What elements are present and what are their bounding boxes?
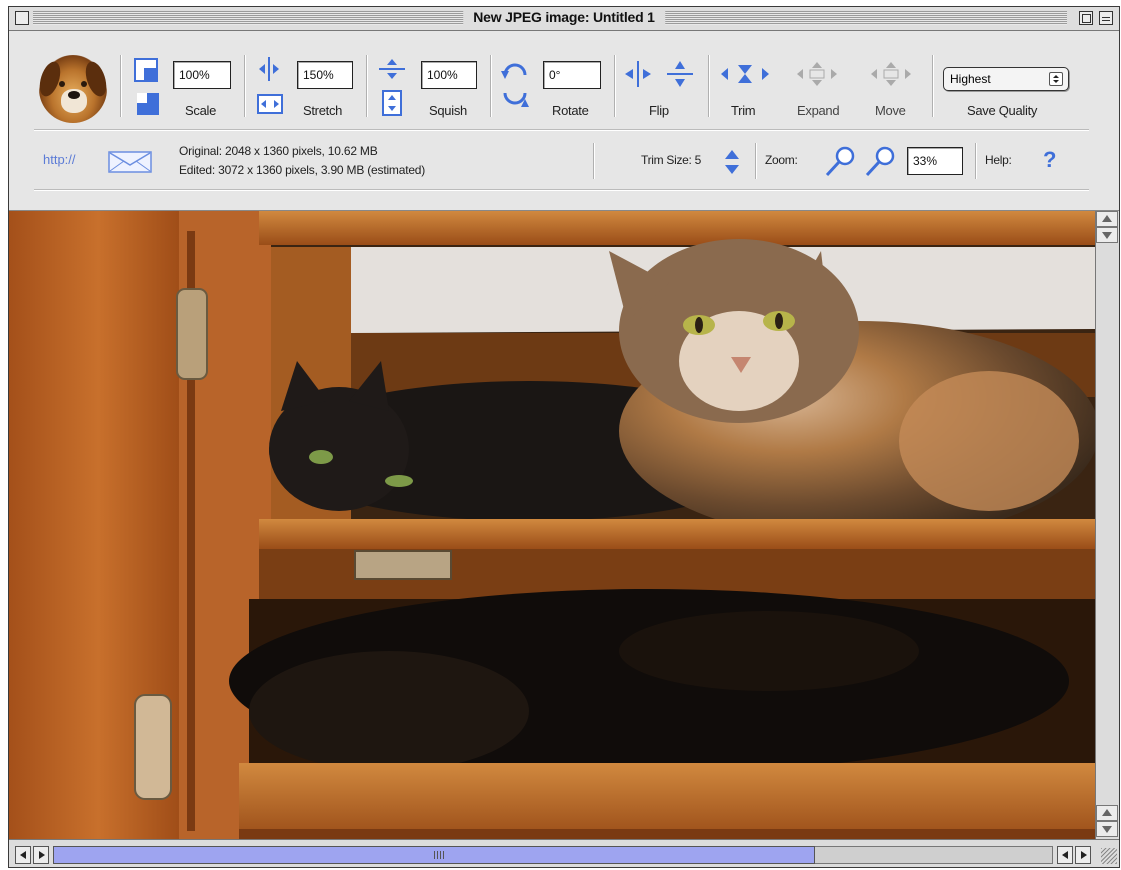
trim-size-label: Trim Size: 5 <box>641 153 701 167</box>
resize-grip-icon[interactable] <box>1101 848 1117 864</box>
divider <box>593 143 595 179</box>
scroll-down-button-bottom[interactable] <box>1096 821 1118 837</box>
move-icon[interactable] <box>865 59 917 89</box>
vertical-scrollbar[interactable] <box>1095 211 1119 839</box>
dog-logo-icon <box>35 55 111 123</box>
save-quality-label: Save Quality <box>967 103 1038 118</box>
stretch-label: Stretch <box>303 103 343 118</box>
squish-icon[interactable] <box>377 55 407 117</box>
divider <box>755 143 757 179</box>
email-envelope-icon[interactable] <box>107 149 153 175</box>
save-quality-value: Highest <box>950 72 991 86</box>
move-label: Move <box>875 103 906 118</box>
divider <box>975 143 977 179</box>
http-link-button[interactable]: http:// <box>43 152 76 167</box>
help-label: Help: <box>985 153 1012 167</box>
transform-toolbar: 100% Scale 150% Stretch 100% Squish 0° R… <box>9 43 1119 123</box>
expand-icon[interactable] <box>791 59 843 89</box>
scroll-right-button[interactable] <box>33 846 49 864</box>
original-info: Original: 2048 x 1360 pixels, 10.62 MB <box>179 144 378 158</box>
divider <box>366 55 368 117</box>
edited-info: Edited: 3072 x 1360 pixels, 3.90 MB (est… <box>179 163 426 177</box>
trim-size-stepper[interactable] <box>723 147 741 177</box>
scroll-left-button-right[interactable] <box>1057 846 1073 864</box>
scroll-up-button-bottom[interactable] <box>1096 805 1118 821</box>
close-box[interactable] <box>15 11 29 25</box>
expand-label: Expand <box>797 103 840 118</box>
scale-input[interactable]: 100% <box>173 61 231 89</box>
zoom-label: Zoom: <box>765 153 798 167</box>
divider <box>490 55 492 117</box>
divider <box>708 55 710 117</box>
squish-label: Squish <box>429 103 467 118</box>
zoom-out-icon[interactable] <box>823 145 857 179</box>
scale-label: Scale <box>185 103 217 118</box>
scroll-left-button[interactable] <box>15 846 31 864</box>
scroll-up-button[interactable] <box>1096 211 1118 227</box>
grip-icon <box>434 851 444 859</box>
trim-label: Trim <box>731 103 756 118</box>
rotate-label: Rotate <box>552 103 589 118</box>
divider <box>614 55 616 117</box>
rotate-input[interactable]: 0° <box>543 61 601 89</box>
rotate-icon[interactable] <box>499 57 531 115</box>
zoom-in-icon[interactable] <box>863 145 897 179</box>
scale-icon[interactable] <box>133 55 161 117</box>
horizontal-scrollbar[interactable] <box>9 839 1119 867</box>
row-divider <box>34 189 1089 191</box>
flip-horizontal-icon[interactable] <box>623 59 653 89</box>
divider <box>244 55 246 117</box>
cats-in-cabinet-photo <box>9 211 1095 839</box>
scroll-down-button[interactable] <box>1096 227 1118 243</box>
collapse-box[interactable] <box>1099 11 1113 25</box>
row-divider <box>34 129 1089 131</box>
info-bar: http:// Original: 2048 x 1360 pixels, 10… <box>9 135 1119 191</box>
divider <box>932 55 934 117</box>
flip-vertical-icon[interactable] <box>665 59 695 89</box>
image-canvas[interactable] <box>9 211 1095 839</box>
divider <box>120 55 122 117</box>
trim-icon[interactable] <box>719 59 771 89</box>
jpeg-editor-window: New JPEG image: Untitled 1 100% Scale 15… <box>8 6 1120 868</box>
tool-panel: 100% Scale 150% Stretch 100% Squish 0° R… <box>9 31 1119 211</box>
stretch-icon[interactable] <box>255 55 285 117</box>
zoom-box[interactable] <box>1079 11 1093 25</box>
image-info: Original: 2048 x 1360 pixels, 10.62 MB E… <box>179 142 425 180</box>
select-arrows-icon <box>1049 72 1063 86</box>
title-bar[interactable]: New JPEG image: Untitled 1 <box>9 7 1119 31</box>
squish-input[interactable]: 100% <box>421 61 477 89</box>
help-question-icon[interactable]: ? <box>1043 147 1056 173</box>
flip-label: Flip <box>649 103 669 118</box>
save-quality-select[interactable]: Highest <box>943 67 1069 91</box>
zoom-input[interactable]: 33% <box>907 147 963 175</box>
scroll-right-button-right[interactable] <box>1075 846 1091 864</box>
window-title: New JPEG image: Untitled 1 <box>463 9 665 25</box>
stretch-input[interactable]: 150% <box>297 61 353 89</box>
scroll-thumb[interactable] <box>53 846 815 864</box>
